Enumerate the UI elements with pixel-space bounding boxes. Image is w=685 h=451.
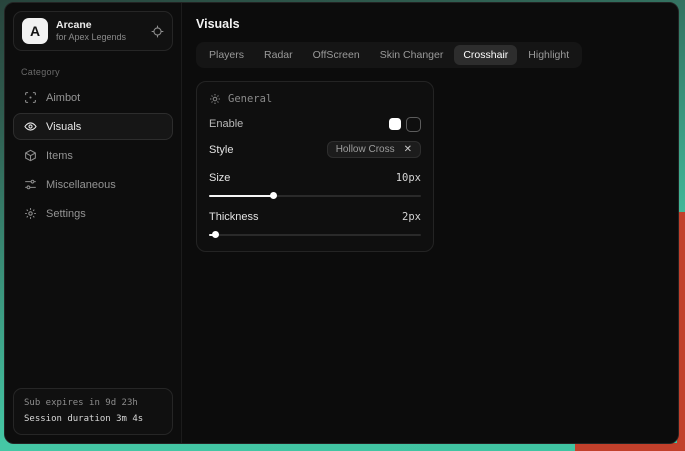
- app-window: A Arcane for Apex Legends Category: [4, 2, 679, 444]
- sidebar-item-label: Settings: [46, 208, 86, 220]
- enable-controls: [389, 117, 421, 132]
- desktop-background-red-corner: [575, 443, 685, 451]
- sidebar-item-label: Aimbot: [46, 92, 80, 104]
- general-panel: General Enable Style Hollow Cross ✕: [196, 81, 434, 252]
- subscription-card: Sub expires in 9d 23h Session duration 3…: [13, 388, 173, 435]
- tab-crosshair[interactable]: Crosshair: [454, 45, 517, 65]
- app-logo: A: [22, 18, 48, 44]
- app-subtitle: for Apex Legends: [56, 32, 143, 44]
- sidebar: A Arcane for Apex Legends Category: [5, 3, 182, 443]
- profile-card: A Arcane for Apex Legends: [13, 11, 173, 51]
- main-content: Visuals Players Radar OffScreen Skin Cha…: [182, 3, 678, 443]
- sub-expiry-text: Sub expires in 9d 23h: [24, 396, 162, 411]
- sidebar-item-items[interactable]: Items: [13, 142, 173, 169]
- size-row: Size 10px: [209, 170, 421, 186]
- style-value: Hollow Cross: [336, 144, 395, 155]
- sidebar-item-aimbot[interactable]: Aimbot: [13, 84, 173, 111]
- enable-row: Enable: [209, 116, 421, 132]
- thickness-slider-track: [209, 234, 421, 237]
- clear-style-icon[interactable]: ✕: [404, 145, 412, 155]
- sidebar-item-label: Visuals: [46, 121, 81, 133]
- sidebar-spacer: [13, 227, 173, 388]
- profile-text: Arcane for Apex Legends: [56, 19, 143, 44]
- size-slider[interactable]: [209, 192, 421, 199]
- enable-label: Enable: [209, 118, 243, 130]
- items-box-icon: [24, 149, 37, 162]
- size-label: Size: [209, 172, 230, 184]
- sidebar-item-label: Miscellaneous: [46, 179, 116, 191]
- enable-checkbox[interactable]: [389, 118, 401, 130]
- sidebar-item-label: Items: [46, 150, 73, 162]
- sidebar-item-miscellaneous[interactable]: Miscellaneous: [13, 171, 173, 198]
- thickness-label: Thickness: [209, 211, 259, 223]
- session-duration-text: Session duration 3m 4s: [24, 412, 162, 427]
- thickness-row: Thickness 2px: [209, 209, 421, 225]
- style-label: Style: [209, 144, 233, 156]
- size-slider-thumb[interactable]: [270, 192, 277, 199]
- thickness-slider[interactable]: [209, 231, 421, 238]
- visuals-tabbar: Players Radar OffScreen Skin Changer Cro…: [196, 42, 582, 68]
- thickness-value: 2px: [402, 211, 421, 223]
- sidebar-nav: Aimbot Visuals Items: [13, 84, 173, 227]
- style-dropdown[interactable]: Hollow Cross ✕: [327, 141, 421, 158]
- settings-gear-icon: [24, 207, 37, 220]
- panel-title: General: [228, 93, 272, 105]
- aimbot-crosshair-icon: [24, 91, 37, 104]
- visuals-eye-icon: [24, 120, 37, 133]
- tab-players[interactable]: Players: [200, 45, 253, 65]
- crosshair-icon[interactable]: [151, 25, 164, 38]
- general-sun-icon: [209, 93, 221, 105]
- sidebar-item-visuals[interactable]: Visuals: [13, 113, 173, 140]
- misc-sliders-icon: [24, 178, 37, 191]
- panel-header: General: [209, 93, 421, 105]
- page-title: Visuals: [196, 17, 664, 31]
- app-title: Arcane: [56, 19, 143, 32]
- style-row: Style Hollow Cross ✕: [209, 141, 421, 158]
- tab-offscreen[interactable]: OffScreen: [304, 45, 369, 65]
- category-label: Category: [21, 67, 165, 77]
- enable-keybind-box[interactable]: [406, 117, 421, 132]
- tab-skin-changer[interactable]: Skin Changer: [371, 45, 453, 65]
- thickness-slider-thumb[interactable]: [212, 231, 219, 238]
- sidebar-item-settings[interactable]: Settings: [13, 200, 173, 227]
- tab-radar[interactable]: Radar: [255, 45, 302, 65]
- size-value: 10px: [396, 172, 421, 184]
- tab-highlight[interactable]: Highlight: [519, 45, 578, 65]
- size-slider-fill: [209, 195, 273, 198]
